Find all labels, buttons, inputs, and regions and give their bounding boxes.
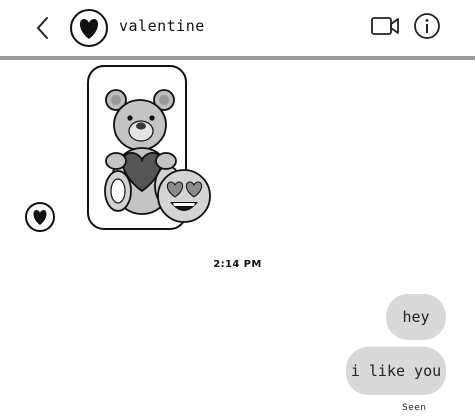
sender-avatar[interactable] (24, 201, 56, 233)
message-text: i like you (350, 362, 442, 380)
chat-title: valentine (119, 17, 205, 35)
outgoing-message-bubble[interactable]: i like you (346, 347, 446, 395)
outgoing-message-bubble[interactable]: hey (386, 294, 446, 340)
heart-eyes-emoji-icon (157, 169, 211, 223)
avatar[interactable] (69, 8, 109, 48)
message-timestamp: 2:14 PM (213, 259, 262, 270)
message-text: hey (402, 308, 430, 326)
chat-screen: valentine 2:14 PM hey i like you Seen (0, 0, 475, 416)
chat-header: valentine (0, 0, 475, 58)
chevron-left-icon[interactable] (30, 13, 56, 43)
video-camera-icon[interactable] (369, 13, 401, 39)
header-divider (0, 56, 475, 60)
read-receipt: Seen (402, 403, 427, 413)
teddy-bear-heart-sticker[interactable] (80, 63, 220, 233)
info-icon[interactable] (412, 11, 442, 41)
